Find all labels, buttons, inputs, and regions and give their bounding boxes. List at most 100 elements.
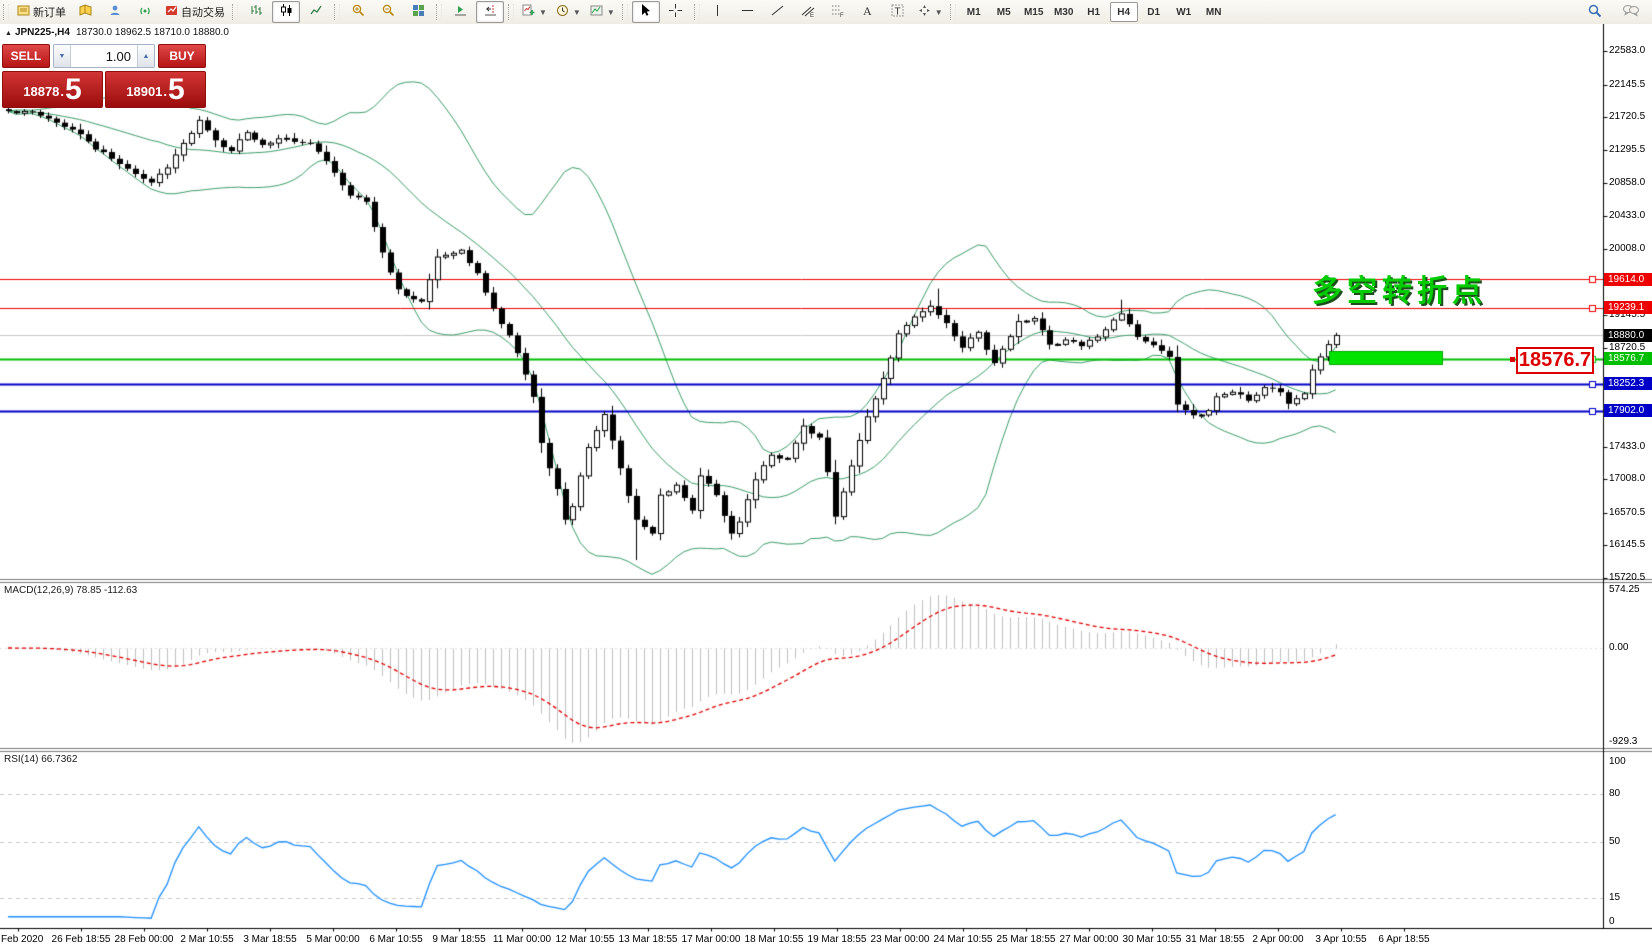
equidistant-channel-button[interactable]: E bbox=[794, 1, 822, 23]
price-axis-tick: 15720.5 bbox=[1609, 572, 1651, 583]
time-axis-label: 28 Feb 00:00 bbox=[115, 934, 174, 945]
chevron-down-icon[interactable]: ▼ bbox=[607, 8, 615, 17]
time-axis-label: 2 Apr 00:00 bbox=[1252, 934, 1303, 945]
chart-shift-button[interactable] bbox=[476, 1, 504, 23]
horizontal-line-button[interactable] bbox=[734, 1, 762, 23]
linechart-icon bbox=[309, 3, 324, 21]
rsi-value: 66.7362 bbox=[41, 754, 77, 765]
clock-icon bbox=[555, 3, 570, 21]
text-button[interactable]: A bbox=[854, 1, 882, 23]
signal-icon bbox=[138, 3, 153, 21]
time-axis-label: 18 Mar 10:55 bbox=[745, 934, 804, 945]
vertical-line-button[interactable] bbox=[704, 1, 732, 23]
chart-canvas[interactable] bbox=[0, 24, 1652, 949]
price-line-tag: 19614.0 bbox=[1604, 273, 1652, 286]
fibonacci-retracement-button[interactable]: F bbox=[824, 1, 852, 23]
hline-icon bbox=[740, 3, 755, 21]
rsi-axis-label: 80 bbox=[1609, 788, 1651, 799]
time-axis-label: 31 Mar 18:55 bbox=[1186, 934, 1245, 945]
timeframe-m1-button[interactable]: M1 bbox=[960, 2, 988, 22]
zoom-out-button[interactable] bbox=[374, 1, 402, 23]
sell-price-box[interactable]: 18878.5 bbox=[2, 71, 103, 108]
candlestick-chart-button[interactable] bbox=[272, 1, 300, 23]
collapse-arrow-icon[interactable]: ▲ bbox=[5, 30, 12, 37]
sell-button[interactable]: SELL bbox=[2, 44, 50, 68]
rsi-axis-label: 15 bbox=[1609, 892, 1651, 903]
market-watch-button[interactable] bbox=[71, 1, 99, 23]
indicators-button[interactable]: ▼ bbox=[518, 1, 550, 23]
templates-button[interactable]: ▼ bbox=[586, 1, 618, 23]
macd-label: MACD(12,26,9) 78.85 -112.63 bbox=[4, 585, 137, 596]
svg-text:F: F bbox=[840, 13, 844, 18]
signals-button[interactable] bbox=[131, 1, 159, 23]
timeframe-m5-button[interactable]: M5 bbox=[990, 2, 1018, 22]
price-label-handle[interactable] bbox=[1510, 357, 1515, 362]
buy-price-box[interactable]: 18901.5 bbox=[105, 71, 206, 108]
search-icon bbox=[1587, 3, 1603, 22]
time-axis-label: 9 Mar 18:55 bbox=[432, 934, 485, 945]
volume-value[interactable]: 1.00 bbox=[71, 45, 137, 67]
profile-button[interactable] bbox=[101, 1, 129, 23]
new-order-icon bbox=[16, 3, 31, 21]
new-order-button[interactable]: 新订单 bbox=[13, 1, 69, 23]
auto-scroll-button[interactable] bbox=[446, 1, 474, 23]
timeframe-m15-button[interactable]: M15 bbox=[1020, 2, 1048, 22]
search-button[interactable] bbox=[1581, 1, 1609, 23]
current-price-tag: 18880.0 bbox=[1604, 329, 1652, 342]
tile-windows-button[interactable] bbox=[404, 1, 432, 23]
price-line-tag: 18576.7 bbox=[1604, 352, 1652, 365]
textT-icon: T bbox=[890, 3, 905, 21]
periods-button[interactable]: ▼ bbox=[552, 1, 584, 23]
price-axis-tick: 22145.5 bbox=[1609, 79, 1651, 90]
volume-decrease-button[interactable]: ▼ bbox=[54, 45, 71, 67]
volume-increase-button[interactable]: ▲ bbox=[137, 45, 154, 67]
timeframe-h1-button[interactable]: H1 bbox=[1080, 2, 1108, 22]
zoom-in-button[interactable] bbox=[344, 1, 372, 23]
book-icon bbox=[78, 3, 93, 21]
chat-button[interactable] bbox=[1617, 1, 1645, 23]
channel-icon: E bbox=[800, 3, 815, 21]
text-label-button[interactable]: T bbox=[884, 1, 912, 23]
price-label-box[interactable]: 18576.7 bbox=[1516, 347, 1594, 374]
time-axis-label: 23 Mar 00:00 bbox=[871, 934, 930, 945]
price-axis-tick: 20008.0 bbox=[1609, 243, 1651, 254]
rsi-axis-label: 0 bbox=[1609, 916, 1651, 927]
trendline-button[interactable] bbox=[764, 1, 792, 23]
svg-text:T: T bbox=[895, 7, 901, 18]
auto-trading-button[interactable]: 自动交易 bbox=[161, 1, 228, 23]
crosshair-button[interactable] bbox=[662, 1, 690, 23]
buy-price: 18901 bbox=[126, 79, 162, 105]
time-axis-label: 13 Mar 18:55 bbox=[619, 934, 678, 945]
timeframe-d1-button[interactable]: D1 bbox=[1140, 2, 1168, 22]
time-axis-label: 27 Mar 00:00 bbox=[1060, 934, 1119, 945]
price-line-tag: 17902.0 bbox=[1604, 404, 1652, 417]
chevron-down-icon[interactable]: ▼ bbox=[935, 8, 943, 17]
arrows-button[interactable]: ▼ bbox=[914, 1, 946, 23]
price-axis-tick: 18720.5 bbox=[1609, 342, 1651, 353]
mt4-window: { "toolbar": { "groups": [ {"items":[ {"… bbox=[0, 0, 1652, 949]
new-order-label: 新订单 bbox=[33, 4, 66, 20]
timeframe-mn-button[interactable]: MN bbox=[1200, 2, 1228, 22]
toolbar-grip bbox=[622, 4, 628, 20]
chevron-down-icon[interactable]: ▼ bbox=[573, 8, 581, 17]
cursor-button[interactable] bbox=[632, 1, 660, 23]
time-axis-label: 5 Mar 00:00 bbox=[306, 934, 359, 945]
vline-icon bbox=[710, 3, 725, 21]
price-axis-tick: 17008.0 bbox=[1609, 473, 1651, 484]
timeframe-h4-button[interactable]: H4 bbox=[1110, 2, 1138, 22]
textA-icon: A bbox=[860, 3, 875, 21]
timeframe-m30-button[interactable]: M30 bbox=[1050, 2, 1078, 22]
timeframe-w1-button[interactable]: W1 bbox=[1170, 2, 1198, 22]
toolbar-grip bbox=[436, 4, 442, 20]
toolbar-grip bbox=[950, 4, 956, 20]
time-axis-label: 5 Feb 2020 bbox=[0, 934, 43, 945]
bar-chart-button[interactable] bbox=[242, 1, 270, 23]
time-axis-label: 6 Apr 18:55 bbox=[1378, 934, 1429, 945]
symbol-name: JPN225-,H4 bbox=[15, 27, 70, 38]
buy-button[interactable]: BUY bbox=[158, 44, 206, 68]
price-axis-tick: 16570.5 bbox=[1609, 507, 1651, 518]
chevron-down-icon[interactable]: ▼ bbox=[539, 8, 547, 17]
macd-axis-label: -929.3 bbox=[1609, 736, 1651, 747]
line-chart-button[interactable] bbox=[302, 1, 330, 23]
price-axis-tick: 21720.5 bbox=[1609, 111, 1651, 122]
